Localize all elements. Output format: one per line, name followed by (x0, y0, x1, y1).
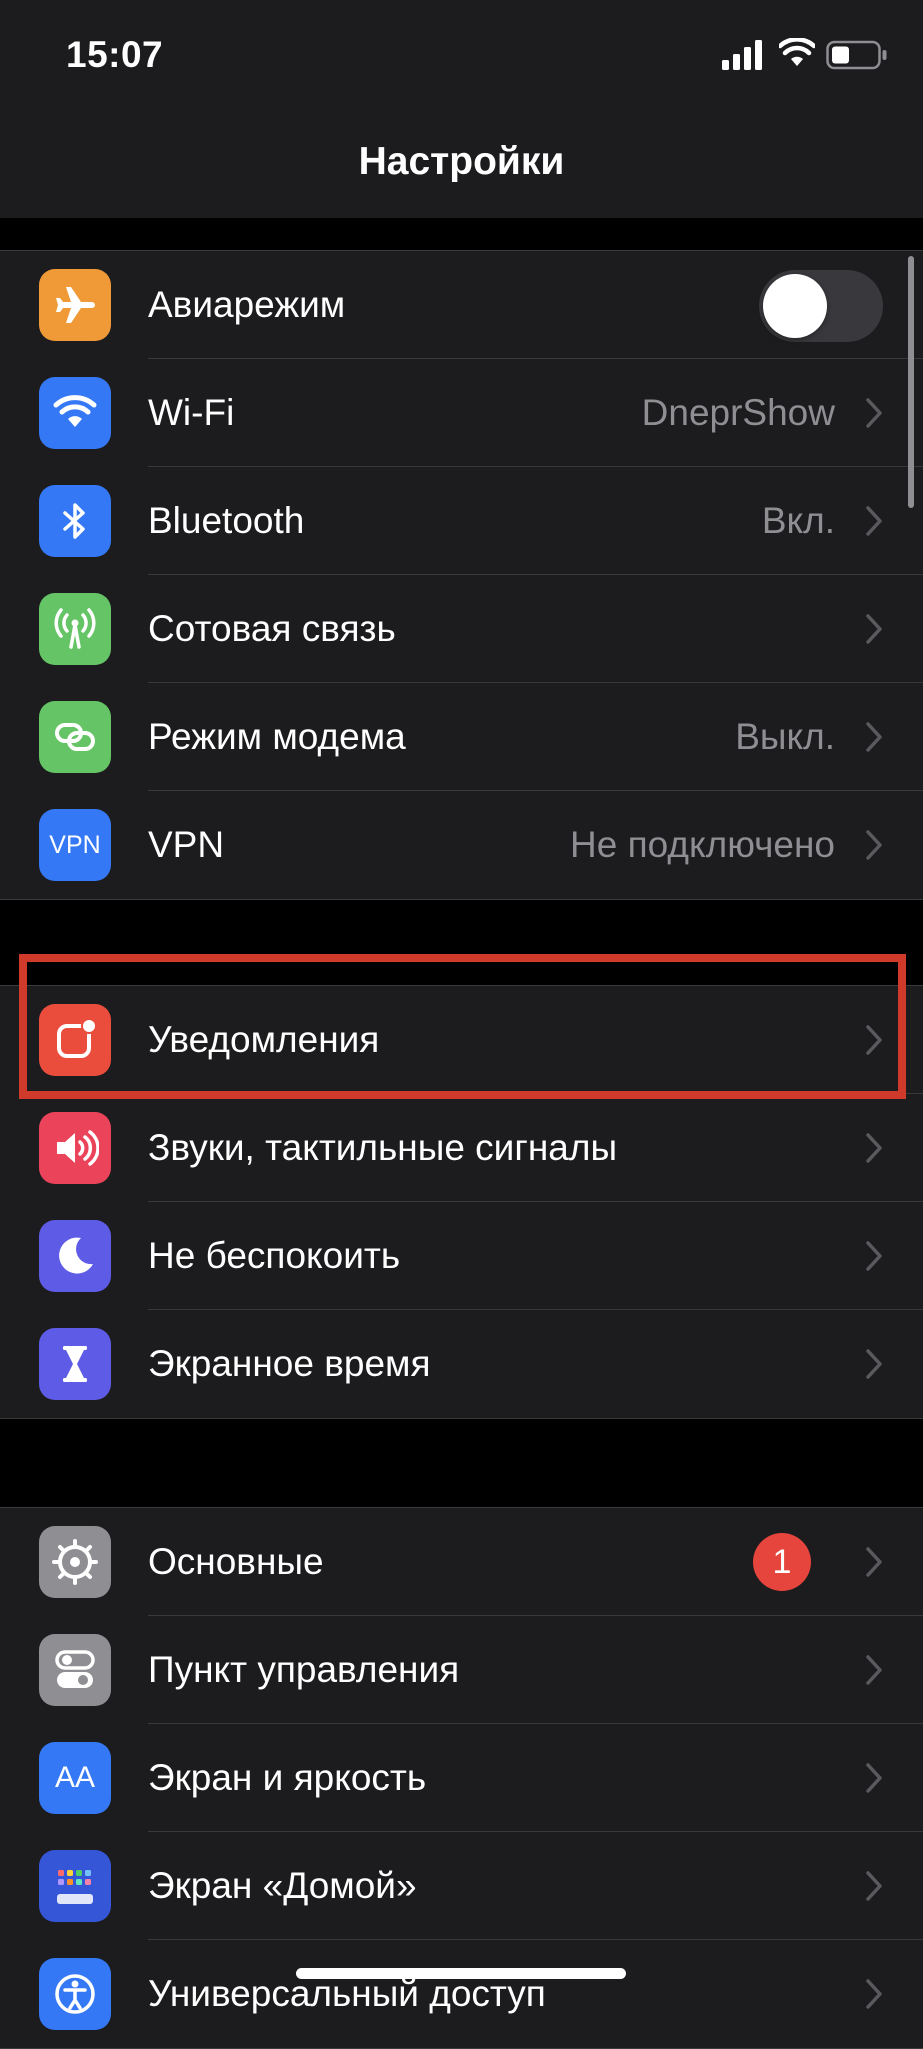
settings-row-label: Основные (148, 1541, 324, 1582)
settings-row-sounds[interactable]: Звуки, тактильные сигналы (0, 1094, 923, 1202)
chevron-right-icon (866, 830, 882, 860)
home-grid-icon (39, 1850, 111, 1922)
chevron-right-icon (866, 1133, 882, 1163)
text-size-icon: AA (39, 1742, 111, 1814)
page-title: Настройки (358, 140, 565, 183)
bluetooth-icon (39, 485, 111, 557)
chevron-right-icon (866, 1241, 882, 1271)
settings-row-label: Авиарежим (148, 284, 346, 325)
chevron-right-icon (866, 1979, 882, 2009)
battery-icon (826, 40, 887, 70)
settings-row-do-not-disturb[interactable]: Не беспокоить (0, 1202, 923, 1310)
moon-icon (39, 1220, 111, 1292)
settings-row-label: Сотовая связь (148, 608, 396, 649)
speaker-icon (39, 1112, 111, 1184)
settings-row-control-center[interactable]: Пункт управления (0, 1616, 923, 1724)
airplane-mode-toggle[interactable] (759, 270, 883, 342)
gear-icon (39, 1526, 111, 1598)
hourglass-icon (39, 1328, 111, 1400)
wifi-status-icon (779, 38, 815, 66)
highlight-box (19, 954, 906, 1099)
settings-row-label: Wi-Fi (148, 392, 235, 433)
settings-row-label: Bluetooth (148, 500, 305, 541)
vpn-status-value: Не подключено (570, 824, 835, 865)
home-indicator[interactable] (296, 1968, 626, 1979)
settings-row-label: Экран и яркость (148, 1757, 427, 1798)
status-time: 15:07 (66, 34, 164, 75)
bluetooth-status-value: Вкл. (761, 500, 835, 541)
chevron-right-icon (866, 398, 882, 428)
settings-row-label: Пункт управления (148, 1649, 460, 1690)
status-bar: 15:07 (0, 0, 923, 110)
toggle-knob (763, 274, 827, 338)
settings-row-home-screen[interactable]: Экран «Домой» (0, 1832, 923, 1940)
cellular-signal-icon (722, 40, 762, 70)
cellular-antenna-icon (39, 593, 111, 665)
settings-row-display-brightness[interactable]: AA Экран и яркость (0, 1724, 923, 1832)
settings-row-screen-time[interactable]: Экранное время (0, 1310, 923, 1418)
settings-row-personal-hotspot[interactable]: Режим модема Выкл. (0, 683, 923, 791)
settings-row-vpn[interactable]: VPN VPN Не подключено (0, 791, 923, 899)
settings-row-label: Универсальный доступ (148, 1973, 546, 2014)
settings-row-label: Экран «Домой» (148, 1865, 417, 1906)
settings-group-connectivity: Авиарежим Wi-Fi DneprShow Bluetooth Вкл. (0, 250, 923, 900)
hotspot-icon (39, 701, 111, 773)
scroll-indicator (908, 256, 914, 508)
settings-row-general[interactable]: Основные 1 (0, 1508, 923, 1616)
airplane-icon (39, 269, 111, 341)
chevron-right-icon (866, 1871, 882, 1901)
chevron-right-icon (866, 1655, 882, 1685)
chevron-right-icon (866, 1547, 882, 1577)
switches-icon (39, 1634, 111, 1706)
settings-row-label: Экранное время (148, 1343, 431, 1384)
settings-row-label: Звуки, тактильные сигналы (148, 1127, 618, 1168)
settings-row-label: Режим модема (148, 716, 406, 757)
notification-badge: 1 (753, 1533, 811, 1591)
text-size-icon-text: AA (54, 1761, 96, 1794)
chevron-right-icon (866, 722, 882, 752)
chevron-right-icon (866, 1349, 882, 1379)
wifi-network-value: DneprShow (641, 392, 835, 433)
chevron-right-icon (866, 614, 882, 644)
settings-row-label: Не беспокоить (148, 1235, 401, 1276)
chevron-right-icon (866, 506, 882, 536)
settings-row-bluetooth[interactable]: Bluetooth Вкл. (0, 467, 923, 575)
vpn-icon-text: VPN (49, 830, 101, 859)
settings-row-airplane-mode[interactable]: Авиарежим (0, 251, 923, 359)
chevron-right-icon (866, 1763, 882, 1793)
settings-row-label: VPN (148, 824, 225, 865)
settings-row-wifi[interactable]: Wi-Fi DneprShow (0, 359, 923, 467)
hotspot-status-value: Выкл. (735, 716, 835, 757)
wifi-icon (39, 377, 111, 449)
navigation-bar: Настройки (0, 110, 923, 218)
settings-row-cellular[interactable]: Сотовая связь (0, 575, 923, 683)
accessibility-icon (39, 1958, 111, 2030)
settings-row-accessibility[interactable]: Универсальный доступ (0, 1940, 923, 2048)
vpn-icon: VPN (39, 809, 111, 881)
